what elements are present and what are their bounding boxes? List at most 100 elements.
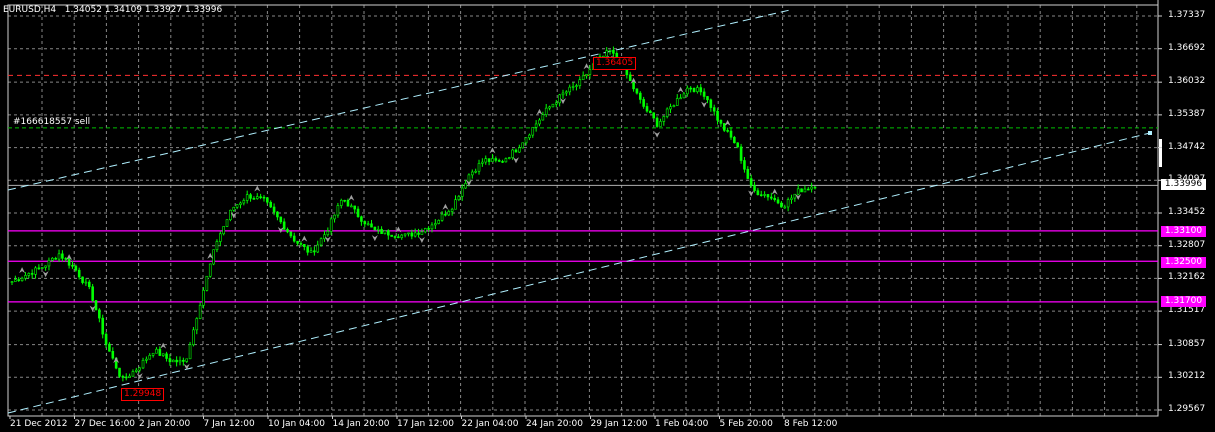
candle-body [706, 96, 709, 101]
candle-body [319, 238, 323, 246]
fractal-down-arrow [42, 271, 49, 278]
candle-body [353, 205, 357, 210]
fractal-down-arrow [748, 190, 755, 197]
candle-body [541, 114, 545, 121]
price-tick-label: 1.32162 [1168, 272, 1206, 283]
candle-body [729, 130, 733, 138]
candle-body [229, 209, 232, 221]
candle-body [759, 194, 763, 196]
price-tick-label: 1.36032 [1168, 76, 1206, 87]
candle-body [551, 103, 555, 108]
candle-body [699, 87, 703, 93]
time-tick-label: 14 Jan 20:00 [332, 419, 390, 429]
channel-lower-line [7, 132, 1151, 414]
candle-body [269, 201, 273, 208]
candle-body [491, 158, 494, 162]
candle-body [195, 318, 199, 331]
candle-body [175, 359, 178, 363]
candle-body [366, 223, 370, 226]
candle-body [400, 234, 404, 238]
candle-body [521, 142, 524, 149]
candle-body [245, 194, 249, 201]
price-tick-label: 1.37337 [1168, 10, 1206, 20]
candle-body [44, 265, 47, 268]
candle-body [346, 200, 350, 207]
level-tag[interactable]: 1.32500 [1161, 257, 1206, 268]
high-price-label[interactable]: 1.36405 [593, 57, 637, 70]
candle-body [504, 158, 508, 163]
candle-body [434, 223, 437, 226]
candle-body [585, 74, 588, 77]
candle-body [783, 206, 787, 209]
time-tick-label: 8 Feb 12:00 [784, 419, 838, 429]
candle-body [104, 333, 108, 345]
candle-body [232, 206, 236, 211]
candle-body [135, 369, 138, 372]
candle-body [568, 86, 572, 93]
candle-body [30, 273, 34, 275]
candle-body [696, 87, 699, 92]
candle-body [101, 317, 105, 335]
candle-body [437, 220, 440, 224]
candle-body [806, 188, 810, 191]
level-tag[interactable]: 1.31700 [1161, 296, 1206, 307]
candle-body [128, 375, 131, 378]
candle-body [786, 199, 790, 208]
candle-body [77, 269, 81, 278]
candle-body [575, 85, 578, 87]
low-price-label[interactable]: 1.29948 [121, 388, 165, 401]
candle-body [669, 106, 672, 110]
time-tick-label: 17 Jan 12:00 [397, 419, 454, 429]
candle-body [743, 160, 746, 170]
candle-body [205, 275, 209, 291]
candle-body [746, 168, 750, 179]
candle-body [27, 273, 31, 276]
low-price: 1.33927 [144, 5, 183, 15]
candle-body [390, 234, 393, 237]
candle-body [800, 188, 803, 193]
candle-body [343, 199, 346, 202]
candle-body [141, 360, 145, 369]
candle-body [645, 106, 649, 112]
candle-body [709, 99, 713, 108]
candle-body [57, 253, 61, 260]
candle-body [679, 97, 682, 100]
candle-body [124, 376, 128, 379]
candle-body [188, 344, 192, 360]
candle-body [10, 281, 14, 283]
candle-body [40, 267, 44, 269]
fractal-down-arrow [418, 236, 425, 243]
candle-body [420, 231, 424, 235]
candle-body [642, 99, 645, 107]
candle-body [212, 249, 215, 265]
fractal-up-arrow [19, 267, 26, 274]
candle-body [51, 257, 54, 261]
candle-body [309, 250, 313, 253]
order-line-label[interactable]: #166618557 sell [13, 117, 90, 127]
level-tag[interactable]: 1.33100 [1161, 226, 1206, 237]
candle-body [67, 258, 71, 266]
candle-body [148, 355, 152, 360]
close-price: 1.33996 [185, 5, 223, 15]
candle-body [497, 160, 501, 162]
fractal-up-arrow [348, 194, 355, 201]
candle-body [14, 279, 17, 282]
time-tick-label: 27 Dec 16:00 [74, 419, 136, 429]
candle-body [81, 276, 84, 283]
candle-body [501, 161, 504, 163]
candle-body [608, 49, 612, 52]
candle-body [145, 358, 148, 361]
candle-body [813, 186, 817, 189]
time-tick-label: 24 Jan 20:00 [526, 419, 583, 429]
fractal-down-arrow [277, 226, 284, 233]
candle-body [719, 119, 723, 124]
candle-body [168, 358, 172, 363]
chart-window[interactable]: EURUSD,H4 1.34052 1.34109 1.33927 1.3399… [0, 0, 1215, 432]
fractal-up-arrow [677, 86, 684, 93]
candle-body [565, 91, 568, 94]
candle-body [612, 49, 615, 54]
candle-body [138, 367, 141, 371]
candle-body [356, 208, 360, 217]
time-tick-label: 21 Dec 2012 [10, 419, 68, 429]
fractal-up-arrow [583, 63, 590, 70]
